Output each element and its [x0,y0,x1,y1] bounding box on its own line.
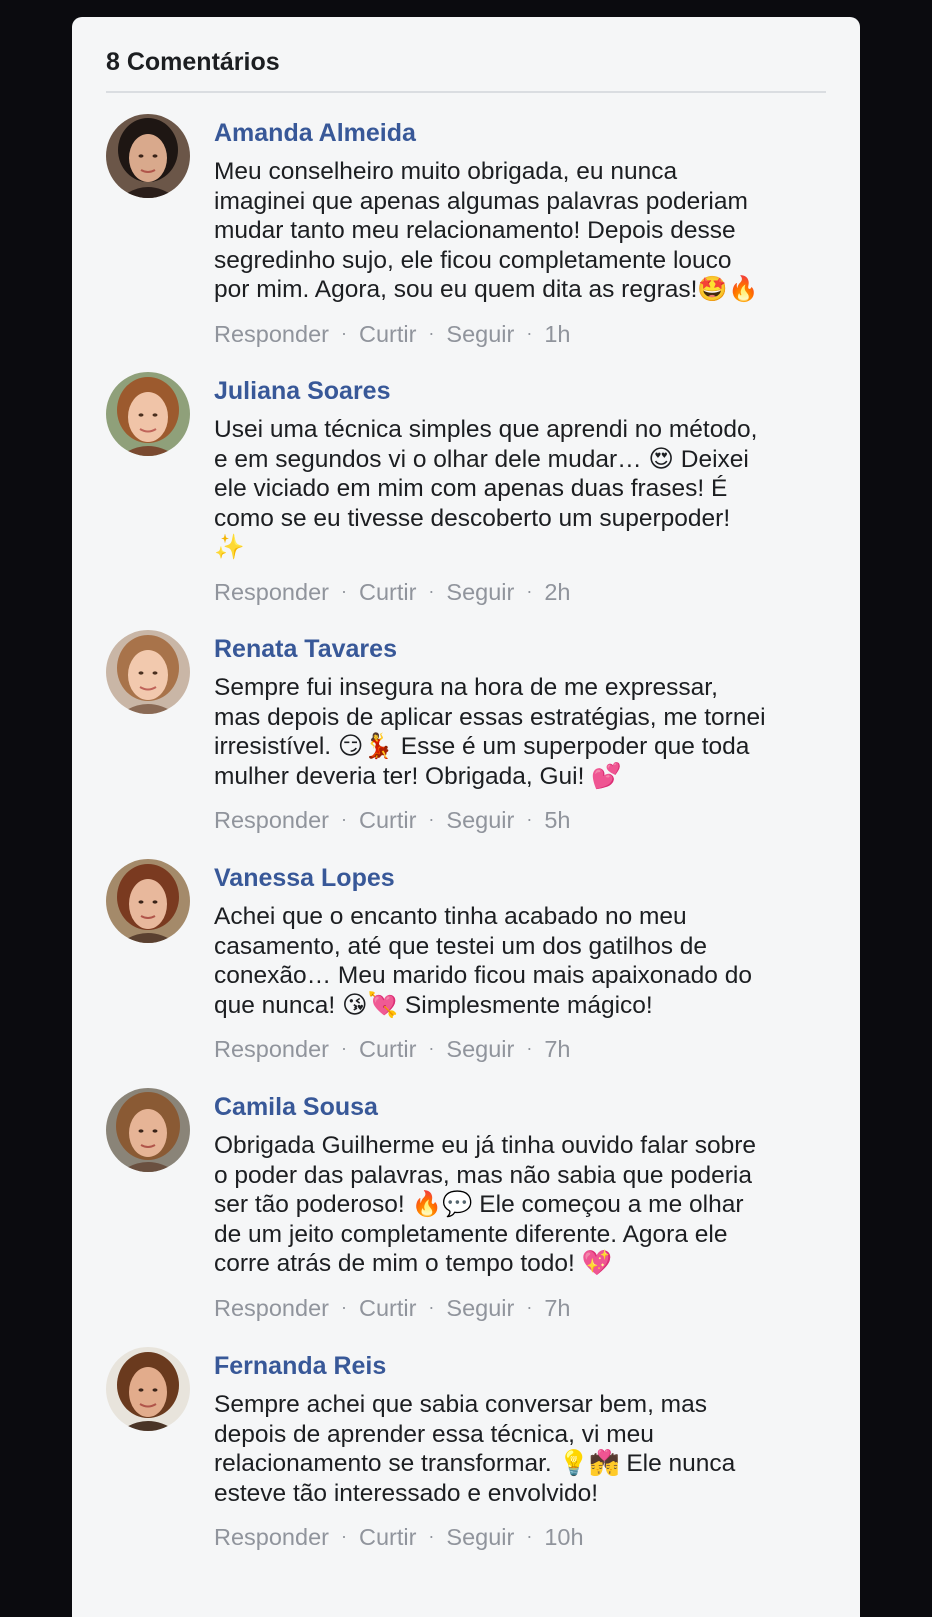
separator-dot: · [526,1296,533,1317]
separator-dot: · [428,809,435,829]
separator-dot: · [428,1038,435,1058]
separator-dot: · [340,1526,347,1546]
avatar-portrait [106,372,190,456]
separator-dot: · [340,1296,347,1317]
separator-dot: · [526,1526,533,1546]
comment-timestamp[interactable]: 1h [544,321,570,347]
comments-count-header: 8 Comentários [106,48,280,76]
user-avatar[interactable] [106,1347,190,1431]
follow-link[interactable]: Seguir [446,579,514,605]
comments-panel: 8 Comentários Amanda Almeida Meu conselh… [72,17,860,1617]
follow-link[interactable]: Seguir [446,807,514,833]
like-link[interactable]: Curtir [359,1036,416,1062]
comment-body: Renata Tavares Sempre fui insegura na ho… [214,630,824,836]
reply-link[interactable]: Responder [214,1295,329,1321]
avatar-portrait [106,630,190,714]
separator-dot: · [428,580,435,601]
comment-timestamp[interactable]: 7h [544,1036,570,1062]
comment-text: Obrigada Guilherme eu já tinha ouvido fa… [214,1132,757,1277]
comment-actions: Responder · Curtir · Seguir · 7h [214,1294,824,1324]
separator-dot: · [526,1038,533,1058]
follow-link[interactable]: Seguir [446,1524,514,1550]
comment-body: Fernanda Reis Sempre achei que sabia con… [214,1347,824,1553]
reply-link[interactable]: Responder [214,579,329,605]
follow-link[interactable]: Seguir [446,1036,514,1062]
separator-dot: · [340,580,347,601]
comment-author[interactable]: Renata Tavares [214,634,824,664]
separator-dot: · [526,809,533,829]
like-link[interactable]: Curtir [359,1524,416,1550]
comment-text: Usei uma técnica simples que aprendi no … [214,416,758,561]
separator-dot: · [526,322,533,343]
comment-timestamp[interactable]: 5h [544,807,570,833]
separator-dot: · [340,809,347,829]
comment-body: Vanessa Lopes Achei que o encanto tinha … [214,859,824,1065]
comment-author[interactable]: Juliana Soares [214,376,824,406]
comment-author[interactable]: Amanda Almeida [214,118,824,148]
reply-link[interactable]: Responder [214,321,329,347]
separator-dot: · [340,1038,347,1058]
follow-link[interactable]: Seguir [446,321,514,347]
comment-author[interactable]: Fernanda Reis [214,1351,824,1381]
avatar-portrait [106,114,190,198]
like-link[interactable]: Curtir [359,1295,416,1321]
separator-dot: · [428,322,435,343]
user-avatar[interactable] [106,859,190,943]
separator-dot: · [526,580,533,601]
comment-timestamp[interactable]: 2h [544,579,570,605]
reply-link[interactable]: Responder [214,1524,329,1550]
comment-body: Juliana Soares Usei uma técnica simples … [214,372,824,608]
like-link[interactable]: Curtir [359,579,416,605]
user-avatar[interactable] [106,372,190,456]
header-divider [106,91,826,93]
user-avatar[interactable] [106,630,190,714]
reply-link[interactable]: Responder [214,807,329,833]
reply-link[interactable]: Responder [214,1036,329,1062]
comment-actions: Responder · Curtir · Seguir · 7h [214,1035,824,1065]
follow-link[interactable]: Seguir [446,1295,514,1321]
comment-actions: Responder · Curtir · Seguir · 10h [214,1523,824,1553]
like-link[interactable]: Curtir [359,807,416,833]
separator-dot: · [428,1526,435,1546]
user-avatar[interactable] [106,1088,190,1172]
comment-body: Camila Sousa Obrigada Guilherme eu já ti… [214,1088,824,1324]
comment-text: Sempre achei que sabia conversar bem, ma… [214,1391,736,1507]
comment-timestamp[interactable]: 7h [544,1295,570,1321]
avatar-portrait [106,859,190,943]
user-avatar[interactable] [106,114,190,198]
comment-author[interactable]: Camila Sousa [214,1092,824,1122]
comment-actions: Responder · Curtir · Seguir · 1h [214,320,824,350]
comment-text: Achei que o encanto tinha acabado no meu… [214,903,752,1019]
comment-actions: Responder · Curtir · Seguir · 5h [214,806,824,836]
avatar-portrait [106,1347,190,1431]
separator-dot: · [428,1296,435,1317]
comment-text: Sempre fui insegura na hora de me expres… [214,674,766,790]
like-link[interactable]: Curtir [359,321,416,347]
comment-actions: Responder · Curtir · Seguir · 2h [214,578,824,608]
separator-dot: · [340,322,347,343]
comment-timestamp[interactable]: 10h [544,1524,583,1550]
comment-text: Meu conselheiro muito obrigada, eu nunca… [214,158,759,303]
comment-author[interactable]: Vanessa Lopes [214,863,824,893]
avatar-portrait [106,1088,190,1172]
comment-body: Amanda Almeida Meu conselheiro muito obr… [214,114,824,350]
